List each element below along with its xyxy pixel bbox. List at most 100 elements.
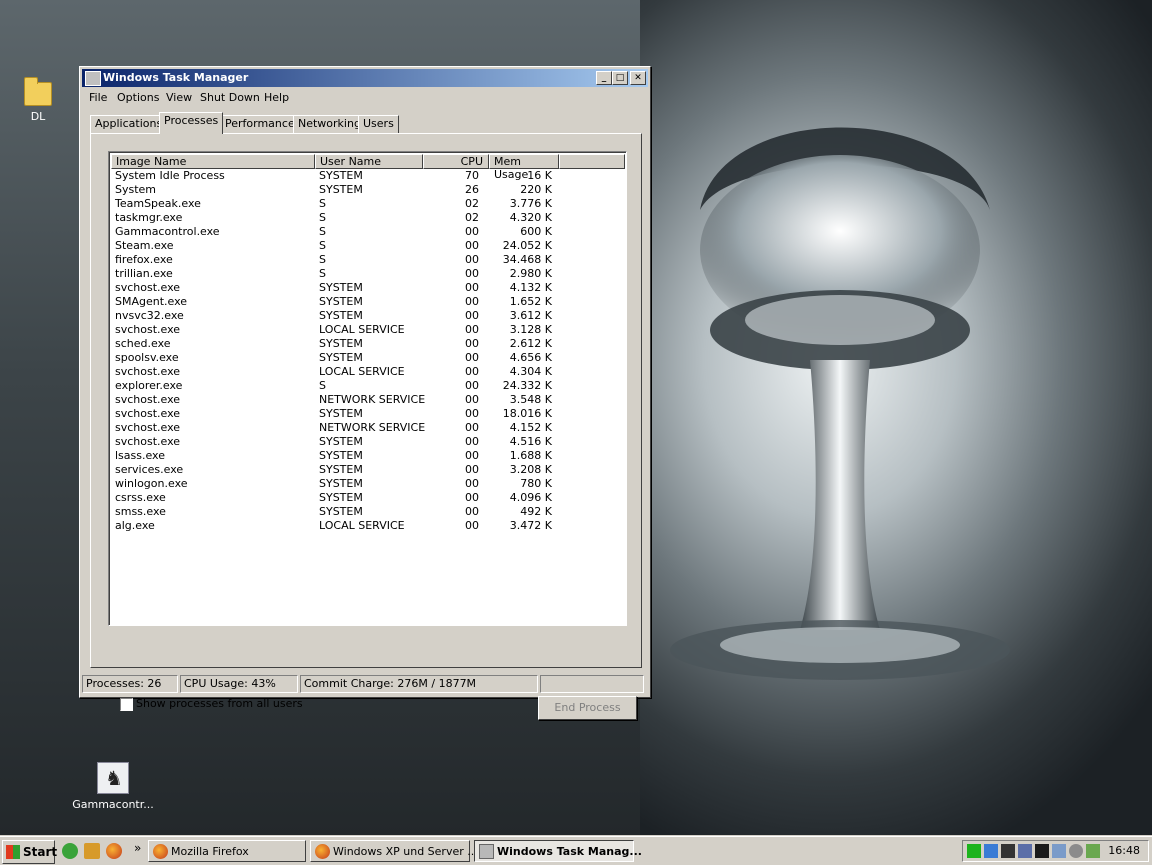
title-bar[interactable]: Windows Task Manager _ □ ✕ <box>82 69 648 87</box>
column-image-name[interactable]: Image Name <box>111 154 315 169</box>
table-row[interactable]: svchost.exe NETWORK SERVICE 00 4.152 K <box>109 421 626 435</box>
table-row[interactable]: svchost.exe SYSTEM 00 18.016 K <box>109 407 626 421</box>
process-mem-usage: 3.472 K <box>509 519 552 532</box>
quicklaunch-overflow-chevron[interactable]: » <box>134 841 141 855</box>
table-row[interactable]: taskmgr.exe S 02 4.320 K <box>109 211 626 225</box>
menu-view[interactable]: View <box>166 91 192 104</box>
teamspeak-tray-icon[interactable] <box>1018 844 1032 858</box>
agent-tray-icon[interactable] <box>1086 844 1100 858</box>
table-row[interactable]: explorer.exe S 00 24.332 K <box>109 379 626 393</box>
table-row[interactable]: SMAgent.exe SYSTEM 00 1.652 K <box>109 295 626 309</box>
counter-strike-icon: ♞ <box>97 762 129 794</box>
process-mem-usage: 3.548 K <box>509 393 552 406</box>
minimize-button[interactable]: _ <box>596 71 612 85</box>
process-image-name: svchost.exe <box>115 323 181 336</box>
quicklaunch-firefox-icon[interactable] <box>106 843 122 859</box>
process-cpu: 02 <box>465 211 479 224</box>
tab-users[interactable]: Users <box>358 115 399 133</box>
table-row[interactable]: TeamSpeak.exe S 02 3.776 K <box>109 197 626 211</box>
column-blank <box>559 154 625 169</box>
tab-performance[interactable]: Performance <box>220 115 300 133</box>
table-row[interactable]: svchost.exe LOCAL SERVICE 00 3.128 K <box>109 323 626 337</box>
desktop-icon-label: Gammacontr... <box>72 798 154 811</box>
status-cpu-usage: CPU Usage: 43% <box>180 675 298 693</box>
display-tray-icon[interactable] <box>1052 844 1066 858</box>
process-cpu: 02 <box>465 197 479 210</box>
table-row[interactable]: svchost.exe SYSTEM 00 4.516 K <box>109 435 626 449</box>
tab-processes[interactable]: Processes <box>159 112 224 134</box>
process-user-name: S <box>319 267 326 280</box>
process-mem-usage: 4.132 K <box>509 281 552 294</box>
process-mem-usage: 780 K <box>520 477 552 490</box>
table-row[interactable]: lsass.exe SYSTEM 00 1.688 K <box>109 449 626 463</box>
table-row[interactable]: svchost.exe SYSTEM 00 4.132 K <box>109 281 626 295</box>
process-cpu: 00 <box>465 449 479 462</box>
tab-networking[interactable]: Networking <box>293 115 366 133</box>
windows-flag-icon <box>6 845 20 859</box>
table-row[interactable]: svchost.exe LOCAL SERVICE 00 4.304 K <box>109 365 626 379</box>
table-row[interactable]: winlogon.exe SYSTEM 00 780 K <box>109 477 626 491</box>
quicklaunch-icq-icon[interactable] <box>62 843 78 859</box>
column-mem-usage[interactable]: Mem Usage <box>489 154 559 181</box>
tab-applications[interactable]: Applications <box>90 115 168 133</box>
table-row[interactable]: trillian.exe S 00 2.980 K <box>109 267 626 281</box>
task-manager-window[interactable]: Windows Task Manager _ □ ✕ File Options … <box>79 66 651 720</box>
process-user-name: SYSTEM <box>319 449 363 462</box>
close-button[interactable]: ✕ <box>630 71 646 85</box>
show-all-processes-checkbox[interactable] <box>120 698 133 711</box>
process-cpu: 00 <box>465 267 479 280</box>
menu-shut-down[interactable]: Shut Down <box>200 91 260 104</box>
table-row[interactable]: nvsvc32.exe SYSTEM 00 3.612 K <box>109 309 626 323</box>
steam-tray-icon[interactable] <box>1035 844 1049 858</box>
process-cpu: 00 <box>465 505 479 518</box>
column-cpu[interactable]: CPU <box>423 154 489 169</box>
taskbar-clock[interactable]: 16:48 <box>1108 841 1140 861</box>
show-all-processes-label[interactable]: Show processes from all users <box>136 697 303 710</box>
system-tray: 16:48 <box>962 840 1149 862</box>
table-row[interactable]: System SYSTEM 26 220 K <box>109 183 626 197</box>
end-process-button[interactable]: End Process <box>538 696 637 720</box>
process-mem-usage: 3.776 K <box>509 197 552 210</box>
process-mem-usage: 3.128 K <box>509 323 552 336</box>
process-cpu: 00 <box>465 421 479 434</box>
desktop-icon-dl[interactable]: DL <box>0 77 83 123</box>
process-mem-usage: 3.612 K <box>509 309 552 322</box>
table-row[interactable]: sched.exe SYSTEM 00 2.612 K <box>109 337 626 351</box>
network-activity-icon[interactable] <box>967 844 981 858</box>
table-row[interactable]: smss.exe SYSTEM 00 492 K <box>109 505 626 519</box>
column-user-name[interactable]: User Name <box>315 154 423 169</box>
taskmgr-icon <box>479 844 494 859</box>
network-connection-icon[interactable] <box>984 844 998 858</box>
table-row[interactable]: svchost.exe NETWORK SERVICE 00 3.548 K <box>109 393 626 407</box>
taskbar-button-firefox-2[interactable]: Windows XP und Server ... <box>310 840 478 862</box>
taskbar-button-firefox[interactable]: Mozilla Firefox <box>148 840 306 862</box>
table-row[interactable]: csrss.exe SYSTEM 00 4.096 K <box>109 491 626 505</box>
table-row[interactable]: services.exe SYSTEM 00 3.208 K <box>109 463 626 477</box>
menu-file[interactable]: File <box>89 91 107 104</box>
taskbar-button-task-manager[interactable]: Windows Task Manag... <box>474 840 642 862</box>
process-user-name: S <box>319 379 326 392</box>
menu-options[interactable]: Options <box>117 91 159 104</box>
maximize-button[interactable]: □ <box>612 71 628 85</box>
process-mem-usage: 1.688 K <box>509 449 552 462</box>
counter-strike-tray-icon[interactable] <box>1001 844 1015 858</box>
process-image-name: svchost.exe <box>115 421 181 434</box>
quicklaunch-tool-icon[interactable] <box>84 843 100 859</box>
table-row[interactable]: alg.exe LOCAL SERVICE 00 3.472 K <box>109 519 626 533</box>
process-image-name: alg.exe <box>115 519 155 532</box>
desktop-icon-gammacontrol[interactable]: ♞ Gammacontr... <box>68 762 158 811</box>
process-cpu: 00 <box>465 365 479 378</box>
table-row[interactable]: spoolsv.exe SYSTEM 00 4.656 K <box>109 351 626 365</box>
process-user-name: SYSTEM <box>319 183 363 196</box>
trillian-tray-icon[interactable] <box>1069 844 1083 858</box>
table-row[interactable]: firefox.exe S 00 34.468 K <box>109 253 626 267</box>
process-list[interactable]: Image Name User Name CPU Mem Usage Syste… <box>108 151 627 626</box>
table-row[interactable]: Steam.exe S 00 24.052 K <box>109 239 626 253</box>
process-mem-usage: 492 K <box>520 505 552 518</box>
start-button[interactable]: Start <box>2 840 57 864</box>
process-mem-usage: 16 K <box>527 169 552 182</box>
table-row[interactable]: System Idle Process SYSTEM 70 16 K <box>109 169 626 183</box>
process-cpu: 00 <box>465 309 479 322</box>
table-row[interactable]: Gammacontrol.exe S 00 600 K <box>109 225 626 239</box>
menu-help[interactable]: Help <box>264 91 289 104</box>
